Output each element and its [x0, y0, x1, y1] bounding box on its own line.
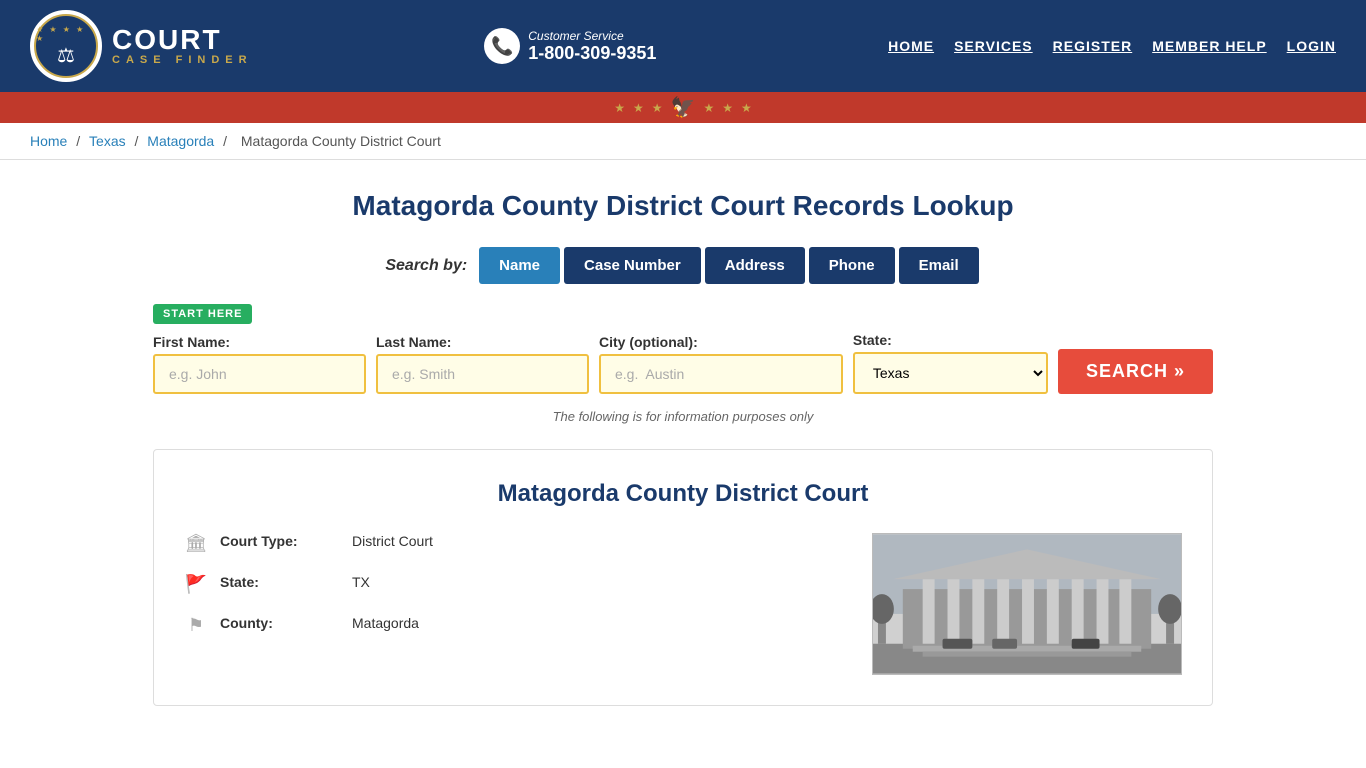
disclaimer-text: The following is for information purpose…: [153, 409, 1213, 424]
phone-area: 📞 Customer Service 1-800-309-9351: [484, 28, 656, 64]
first-name-field: First Name:: [153, 334, 366, 394]
star-deco: ★: [652, 101, 663, 115]
logo-court-text: COURT: [112, 26, 253, 54]
state-value-detail: TX: [352, 574, 370, 590]
logo-badge: ★ ★ ★ ★ ★ ⚖: [30, 10, 102, 82]
logo: ★ ★ ★ ★ ★ ⚖ COURT CASE FINDER: [30, 10, 253, 82]
court-info-title: Matagorda County District Court: [184, 480, 1182, 508]
court-building-image: [872, 533, 1182, 675]
court-type-label: Court Type:: [220, 533, 340, 549]
county-row: ⚑ County: Matagorda: [184, 615, 852, 636]
eagle-bar: ★ ★ ★ 🦅 ★ ★ ★: [0, 92, 1366, 123]
state-select[interactable]: Texas Alabama Alaska Arizona California …: [853, 352, 1048, 394]
nav-home[interactable]: HOME: [888, 38, 934, 54]
page-title: Matagorda County District Court Records …: [153, 190, 1213, 222]
court-details: 🏛 Court Type: District Court 🚩 State: TX…: [184, 533, 852, 675]
star-deco: ★: [633, 101, 644, 115]
search-form: START HERE First Name: Last Name: City (…: [153, 304, 1213, 394]
start-here-badge: START HERE: [153, 304, 252, 324]
tab-phone[interactable]: Phone: [809, 247, 895, 284]
nav-register[interactable]: REGISTER: [1053, 38, 1133, 54]
search-by-row: Search by: Name Case Number Address Phon…: [153, 247, 1213, 284]
state-label-detail: State:: [220, 574, 340, 590]
star-deco: ★: [614, 101, 625, 115]
breadcrumb: Home / Texas / Matagorda / Matagorda Cou…: [0, 123, 1366, 160]
breadcrumb-home[interactable]: Home: [30, 133, 67, 149]
state-icon: 🚩: [184, 574, 208, 595]
tab-address[interactable]: Address: [705, 247, 805, 284]
nav-login[interactable]: LOGIN: [1287, 38, 1336, 54]
tab-email[interactable]: Email: [899, 247, 979, 284]
county-value: Matagorda: [352, 615, 419, 631]
phone-icon: 📞: [484, 28, 520, 64]
star-deco: ★: [722, 101, 733, 115]
county-label: County:: [220, 615, 340, 631]
last-name-field: Last Name:: [376, 334, 589, 394]
county-icon: ⚑: [184, 615, 208, 636]
court-type-icon: 🏛: [184, 533, 208, 554]
city-field: City (optional):: [599, 334, 843, 394]
eagle-icon: 🦅: [671, 95, 696, 120]
star-deco: ★: [703, 101, 714, 115]
breadcrumb-state[interactable]: Texas: [89, 133, 126, 149]
search-button[interactable]: SEARCH »: [1058, 349, 1213, 394]
star-deco: ★: [741, 101, 752, 115]
state-row: 🚩 State: TX: [184, 574, 852, 595]
tab-case-number[interactable]: Case Number: [564, 247, 701, 284]
logo-case-finder-text: CASE FINDER: [112, 54, 253, 66]
first-name-input[interactable]: [153, 354, 366, 394]
state-label: State:: [853, 332, 1048, 348]
main-nav: HOME SERVICES REGISTER MEMBER HELP LOGIN: [888, 38, 1336, 54]
gavel-icon: ⚖: [57, 43, 75, 68]
first-name-label: First Name:: [153, 334, 366, 350]
city-input[interactable]: [599, 354, 843, 394]
last-name-input[interactable]: [376, 354, 589, 394]
breadcrumb-current: Matagorda County District Court: [241, 133, 441, 149]
search-by-label: Search by:: [385, 257, 467, 275]
city-label: City (optional):: [599, 334, 843, 350]
last-name-label: Last Name:: [376, 334, 589, 350]
court-type-value: District Court: [352, 533, 433, 549]
court-type-row: 🏛 Court Type: District Court: [184, 533, 852, 554]
court-info-card: Matagorda County District Court 🏛 Court …: [153, 449, 1213, 706]
nav-member-help[interactable]: MEMBER HELP: [1152, 38, 1266, 54]
tab-name[interactable]: Name: [479, 247, 560, 284]
nav-services[interactable]: SERVICES: [954, 38, 1033, 54]
state-field: State: Texas Alabama Alaska Arizona Cali…: [853, 332, 1048, 394]
breadcrumb-county[interactable]: Matagorda: [147, 133, 214, 149]
phone-number: 1-800-309-9351: [528, 43, 656, 64]
customer-service-label: Customer Service: [528, 29, 656, 43]
